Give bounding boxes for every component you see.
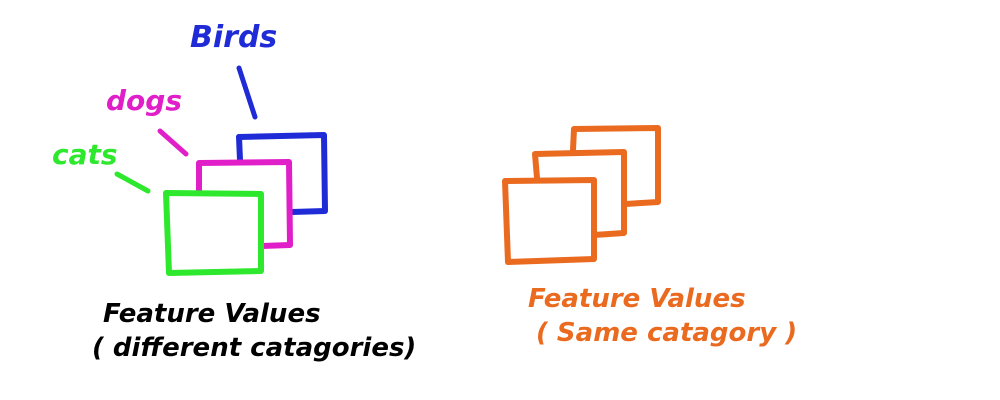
dogs-label: dogs	[106, 84, 182, 117]
cats-pointer-line	[114, 171, 151, 194]
cats-label: cats	[52, 138, 118, 171]
right-caption-line1: Feature Values	[528, 284, 746, 314]
same-square-middle	[532, 149, 627, 238]
birds-label: Birds	[190, 20, 277, 55]
cats-square	[163, 190, 264, 276]
same-square-front	[502, 177, 597, 265]
diagram-canvas: Birds dogs cats Feature Values ( differe…	[52, 20, 797, 363]
birds-pointer-line	[236, 65, 258, 120]
dogs-pointer-line	[157, 128, 189, 157]
different-categories-group: Birds dogs cats Feature Values ( differe…	[52, 20, 416, 363]
left-caption-line2: ( different catagories)	[92, 333, 416, 363]
right-caption-line2: ( Same catagory )	[536, 318, 797, 348]
same-category-group: Feature Values ( Same catagory )	[502, 125, 797, 348]
same-square-back	[570, 125, 661, 207]
birds-square-left-edge	[236, 134, 243, 163]
left-caption-line1: Feature Values	[103, 299, 321, 329]
dogs-square	[196, 159, 293, 249]
birds-square	[236, 132, 328, 215]
